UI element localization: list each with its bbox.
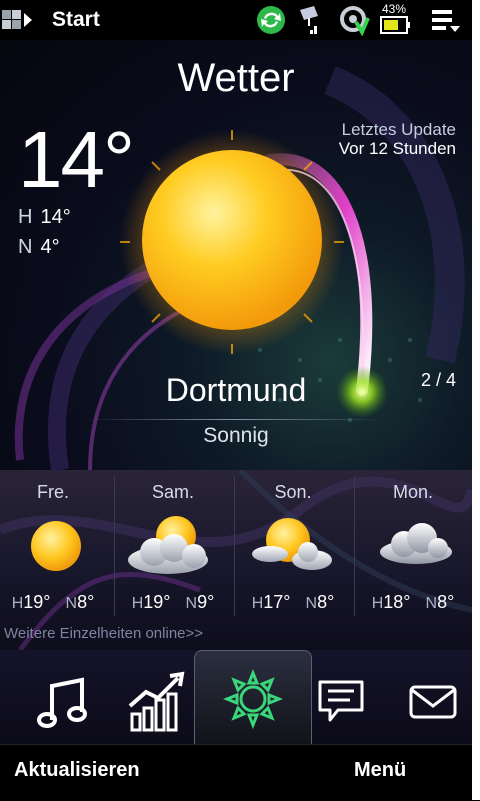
- forecast-high-low: H17° N8°: [234, 592, 352, 613]
- sun-icon: [31, 521, 81, 571]
- last-update-value: Vor 12 Stunden: [338, 139, 456, 158]
- refresh-softkey[interactable]: Aktualisieren: [14, 759, 140, 782]
- weather-panel[interactable]: Wetter 14° H 14° N 4° Letztes Update Vor 1…: [0, 40, 472, 470]
- windows-start-icon[interactable]: [0, 4, 36, 36]
- forecast-day[interactable]: Fre. H19° N8°: [0, 470, 112, 620]
- high-label: H: [131, 595, 144, 612]
- low-temperature: N 4°: [18, 236, 60, 259]
- menu-softkey[interactable]: Menü: [354, 759, 406, 782]
- high-temperature: H 14°: [18, 206, 71, 229]
- more-details-link[interactable]: Weitere Einzelheiten online>>: [4, 625, 203, 642]
- forecast-day[interactable]: Son. H17° N8°: [234, 470, 352, 620]
- last-update: Letztes Update Vor 12 Stunden: [339, 120, 456, 158]
- screen-edge: [472, 0, 480, 800]
- cloud-icon: [380, 523, 452, 564]
- forecast-high-low: H18° N8°: [354, 592, 472, 613]
- mail-icon: [409, 685, 457, 719]
- high-value: 18°: [383, 592, 411, 612]
- high-value: 19°: [23, 592, 51, 612]
- high-label: H: [18, 206, 33, 228]
- sun-cloud-icon: [128, 516, 208, 574]
- low-value: 8°: [437, 592, 455, 612]
- gps-icon: [340, 6, 370, 36]
- low-label: N: [185, 595, 198, 612]
- high-value: 14°: [40, 206, 71, 228]
- tab-music[interactable]: [12, 650, 102, 744]
- tab-stocks[interactable]: [112, 650, 202, 744]
- weather-icon: [223, 669, 283, 729]
- high-label: H: [251, 595, 264, 612]
- city-name[interactable]: Dortmund: [0, 372, 472, 409]
- sun-icon: [142, 150, 322, 330]
- low-label: N: [425, 595, 438, 612]
- sun-cloud-icon: [252, 518, 332, 570]
- forecast-high-low: H19° N8°: [0, 592, 112, 613]
- music-icon: [37, 677, 87, 728]
- battery-icon: [380, 16, 410, 34]
- low-value: 9°: [197, 592, 215, 612]
- tab-weather[interactable]: [194, 650, 312, 745]
- start-title[interactable]: Start: [52, 8, 100, 32]
- softkey-bar: Aktualisieren Menü: [0, 744, 472, 801]
- low-value: 8°: [317, 592, 335, 612]
- menu-icon[interactable]: [430, 8, 464, 34]
- low-label: N: [305, 595, 318, 612]
- forecast-day[interactable]: Mon. H18° N8°: [354, 470, 472, 620]
- last-update-label: Letztes Update: [341, 120, 456, 139]
- tab-strip: [0, 650, 472, 745]
- low-label: N: [18, 236, 33, 258]
- forecast-day-name: Mon.: [392, 482, 434, 502]
- forecast-day-name: Fre.: [36, 482, 69, 502]
- forecast-day-name: Son.: [274, 482, 312, 502]
- weather-condition: Sonnig: [203, 424, 269, 447]
- forecast-day-name: Sam.: [151, 482, 194, 502]
- high-label: H: [371, 595, 384, 612]
- stocks-icon: [128, 671, 185, 732]
- tab-messages[interactable]: [298, 650, 388, 744]
- weather-title: Wetter: [177, 56, 295, 100]
- low-value: 4°: [40, 236, 60, 258]
- low-value: 8°: [77, 592, 95, 612]
- current-temperature: 14°: [18, 115, 135, 204]
- high-value: 17°: [263, 592, 291, 612]
- forecast-high-low: H19° N9°: [114, 592, 232, 613]
- tab-mail[interactable]: [388, 650, 478, 744]
- high-label: H: [11, 595, 24, 612]
- sync-icon[interactable]: [254, 4, 288, 36]
- low-label: N: [65, 595, 78, 612]
- status-bar: Start 43%: [0, 0, 480, 40]
- signal-icon: [300, 6, 318, 34]
- forecast-panel: Fre. H19° N8° Sam. H19° N9° Son. H17° N8…: [0, 470, 472, 650]
- city-divider: [86, 419, 382, 420]
- messages-icon: [318, 680, 364, 722]
- high-value: 19°: [143, 592, 171, 612]
- forecast-day[interactable]: Sam. H19° N9°: [114, 470, 232, 620]
